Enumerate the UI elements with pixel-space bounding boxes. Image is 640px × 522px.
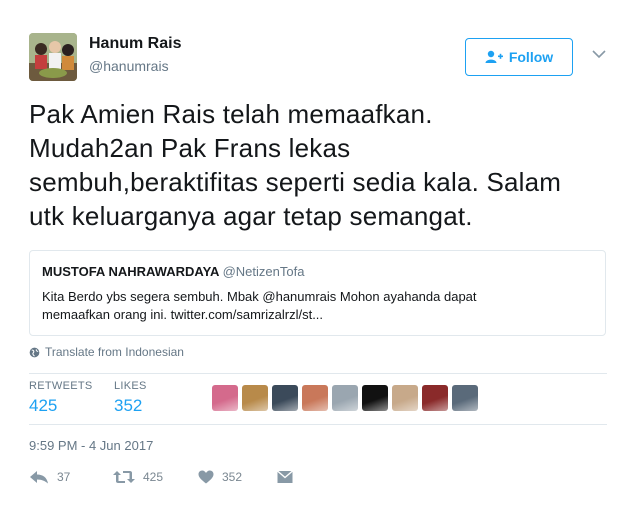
tweet-timestamp[interactable]: 9:59 PM - 4 Jun 2017 [29,438,153,453]
direct-message-button[interactable] [277,470,293,484]
tweet-text-line: sembuh,beraktifitas seperti sedia kala. … [29,167,562,197]
divider [29,373,607,374]
quoted-tweet-text: Kita Berdo ybs segera sembuh. Mbak @hanu… [42,288,592,324]
add-user-icon [485,50,503,63]
quoted-tweet-author: MUSTOFA NAHRAWARDAYA [42,264,219,279]
retweet-button[interactable]: 425 [113,470,163,484]
liker-avatar-2[interactable] [242,385,268,411]
chevron-down-icon[interactable] [591,48,607,60]
likes-label: LIKES [114,380,147,392]
retweet-icon [113,471,135,483]
retweet-count: 425 [143,470,164,484]
liker-avatar-3[interactable] [272,385,298,411]
tweet-text-line: Pak Amien Rais telah memaafkan. [29,99,433,129]
tweet-text-line: Mudah2an Pak Frans lekas [29,133,351,163]
like-button[interactable]: 352 [198,470,242,484]
quoted-tweet[interactable]: MUSTOFA NAHRAWARDAYA @NetizenTofa Kita B… [29,250,606,336]
avatar-photo [29,33,77,81]
follow-button[interactable]: Follow [465,38,573,76]
user-display-name[interactable]: Hanum Rais [89,35,181,53]
retweets-label: RETWEETS [29,380,93,392]
globe-icon [29,347,40,357]
tweet-text-line: utk keluarganya agar tetap semangat. [29,201,473,231]
quoted-tweet-line: memaafkan orang ini. twitter.com/samriza… [42,307,324,322]
liker-avatar-1[interactable] [212,385,238,411]
reply-button[interactable]: 37 [29,470,70,484]
liker-avatar-8[interactable] [422,385,448,411]
envelope-icon [277,470,293,483]
quoted-tweet-handle: @NetizenTofa [222,264,305,279]
divider [29,424,607,425]
liker-avatar-5[interactable] [332,385,358,411]
quoted-tweet-header: MUSTOFA NAHRAWARDAYA @NetizenTofa [42,264,304,279]
avatar[interactable] [29,33,77,81]
likes-count[interactable]: 352 [114,396,142,416]
heart-icon [198,470,214,484]
liker-avatar-9[interactable] [452,385,478,411]
liker-avatars [212,385,478,411]
tweet-text: Pak Amien Rais telah memaafkan. Mudah2an… [29,97,619,233]
liker-avatar-4[interactable] [302,385,328,411]
reply-icon [30,471,48,484]
like-count: 352 [222,470,243,484]
follow-button-label: Follow [508,49,554,65]
reply-count: 37 [57,470,71,484]
retweets-count[interactable]: 425 [29,396,57,416]
liker-avatar-6[interactable] [362,385,388,411]
translate-link[interactable]: Translate from Indonesian [29,345,184,359]
liker-avatar-7[interactable] [392,385,418,411]
translate-label: Translate from Indonesian [45,345,184,359]
quoted-tweet-line: Kita Berdo ybs segera sembuh. Mbak @hanu… [42,289,477,304]
user-handle[interactable]: @hanumrais [89,58,169,74]
